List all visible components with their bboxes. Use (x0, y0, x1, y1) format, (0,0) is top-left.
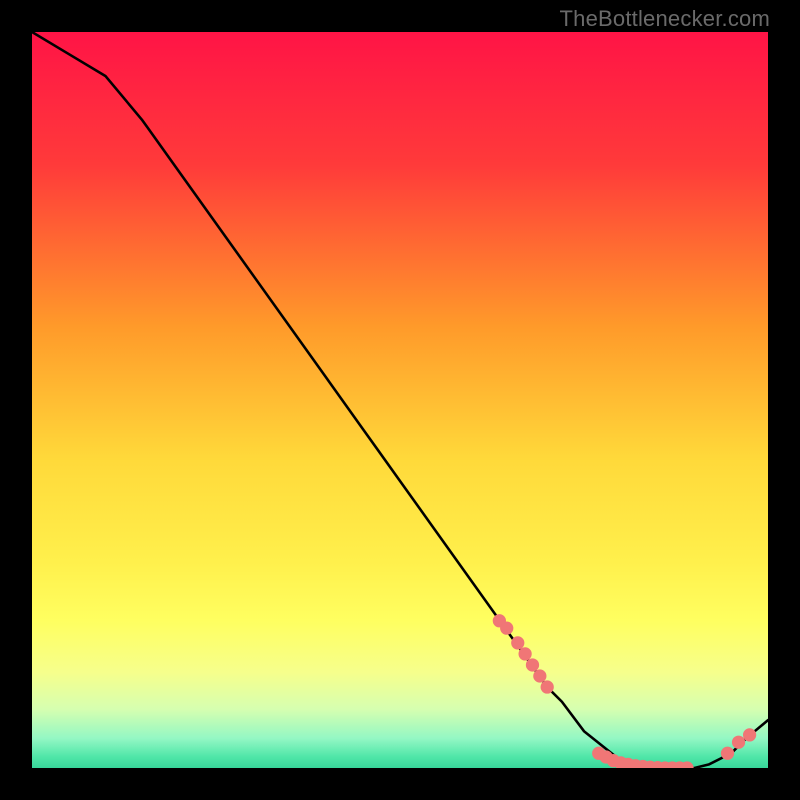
bottleneck-curve (32, 32, 768, 768)
chart-stage: TheBottlenecker.com (0, 0, 800, 800)
data-marker (526, 658, 539, 671)
data-marker (533, 669, 546, 682)
data-markers (493, 614, 756, 768)
data-marker (541, 680, 554, 693)
attribution-label: TheBottlenecker.com (560, 6, 770, 32)
curve-layer (32, 32, 768, 768)
data-marker (518, 647, 531, 660)
data-marker (500, 622, 513, 635)
plot-area (32, 32, 768, 768)
data-marker (732, 736, 745, 749)
data-marker (511, 636, 524, 649)
data-marker (721, 747, 734, 760)
data-marker (743, 728, 756, 741)
